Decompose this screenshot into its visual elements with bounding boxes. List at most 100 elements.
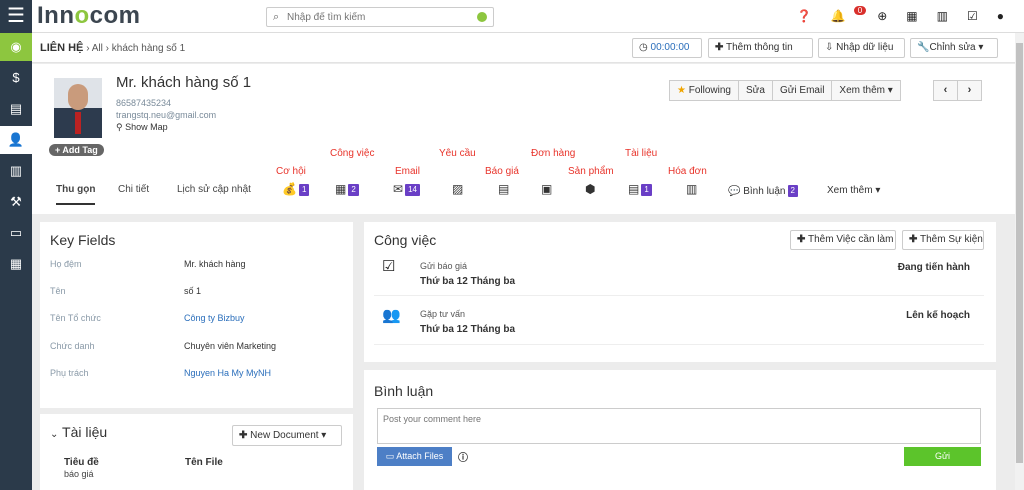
order-tool[interactable]: ▣ [541, 182, 552, 196]
profile-actions: ★ Following Sửa Gửi Email Xem thêm ▾ [669, 80, 901, 101]
menu-icon[interactable]: ☰ [0, 0, 32, 33]
search-box: ⌕ [266, 7, 494, 27]
comments-tab[interactable]: 💬 Bình luận 2 [728, 185, 798, 197]
tab-compact[interactable]: Thu gọn [56, 184, 96, 205]
request-tool[interactable]: ▨ [452, 182, 463, 196]
contact-email[interactable]: trangstq.neu@gmail.com [116, 110, 216, 120]
add-event-button[interactable]: ✚ Thêm Sự kiện [902, 230, 984, 250]
help-icon[interactable]: ❓ [797, 9, 812, 24]
invoice-tool[interactable]: ▥ [686, 182, 697, 196]
field-label: Họ đệm [50, 259, 82, 269]
annotation-email: Email [395, 166, 421, 177]
attach-files-button[interactable]: ▭ Attach Files [377, 447, 452, 466]
scrollbar-thumb[interactable] [1016, 43, 1023, 463]
clock-icon: ◷ [639, 42, 648, 53]
send-email-button[interactable]: Gửi Email [771, 80, 833, 101]
sidebar-fl-icon[interactable]: ▭ [0, 219, 32, 247]
contact-phone[interactable]: 86587435234 [116, 98, 171, 108]
new-document-button[interactable]: ✚ New Document ▾ [232, 425, 342, 446]
following-button[interactable]: ★ Following [669, 80, 739, 101]
field-value: Mr. khách hàng [184, 259, 246, 269]
file-icon: ▤ [628, 182, 640, 196]
breadcrumb-current: khách hàng số 1 [111, 43, 186, 54]
add-tag-button[interactable]: + Add Tag [49, 144, 104, 156]
documents-header[interactable]: ⌄ Tài liệu [50, 424, 107, 440]
search-input[interactable] [287, 10, 467, 24]
calendar-icon[interactable]: ▦ [906, 9, 917, 24]
key-fields-title: Key Fields [50, 232, 116, 248]
column-header-title: Tiêu đề [64, 457, 99, 468]
opportunity-tool[interactable]: 💰 1 [282, 182, 310, 196]
product-tool[interactable]: ⬢ [585, 182, 595, 196]
prev-record-button[interactable]: ‹ [933, 80, 958, 101]
import-button[interactable]: ⇩ Nhập dữ liệu [818, 38, 905, 58]
tab-detail[interactable]: Chi tiết [118, 184, 149, 195]
edit-dropdown-button[interactable]: 🔧Chỉnh sửa ▾ [910, 38, 998, 58]
document-row-title[interactable]: báo giá [64, 469, 94, 479]
money-bag-icon: 💰 [282, 182, 297, 196]
annotation-san-pham: Sản phẩm [568, 166, 614, 177]
plus-icon: ✚ [715, 42, 724, 53]
task-icon[interactable]: ☑ [967, 9, 978, 24]
report-icon[interactable]: ▥ [937, 9, 948, 24]
wrench-icon: 🔧 [917, 42, 930, 53]
field-value: Chuyên viên Marketing [184, 341, 277, 351]
quote-tool[interactable]: ▤ [498, 182, 509, 196]
quote-icon: ▤ [498, 182, 510, 196]
tab-history[interactable]: Lịch sử cập nhật [177, 184, 251, 195]
laptop-icon: ▭ [385, 451, 395, 461]
assignee-link[interactable]: Nguyen Ha My MyNH [184, 368, 271, 378]
field-label: Phụ trách [50, 368, 89, 378]
search-icon: ⌕ [273, 11, 280, 23]
breadcrumb-section[interactable]: LIÊN HỆ [40, 42, 83, 54]
user-icon[interactable]: ● [997, 9, 1004, 24]
contact-name: Mr. khách hàng số 1 [116, 74, 252, 91]
breadcrumb-separator: › [86, 43, 90, 54]
profile-edit-button[interactable]: Sửa [738, 80, 773, 101]
add-icon[interactable]: ⊕ [877, 9, 887, 24]
order-icon: ▣ [541, 182, 553, 196]
task-name[interactable]: Gửi báo giá [420, 261, 467, 271]
sidebar-book-icon[interactable]: ▤ [0, 95, 32, 123]
field-value: số 1 [184, 286, 202, 296]
caret-down-icon: ▾ [978, 42, 984, 53]
notification-icon[interactable]: 🔔 0 [831, 6, 867, 24]
email-tool[interactable]: ✉ 14 [393, 182, 420, 196]
next-record-button[interactable]: › [957, 80, 982, 101]
sidebar-home-icon[interactable]: ◉ [0, 33, 32, 61]
sidebar-document-icon[interactable]: ▦ [0, 250, 32, 278]
field-label: Tên Tổ chức [50, 313, 101, 323]
add-info-button[interactable]: ✚ Thêm thông tin [708, 38, 813, 58]
breadcrumb-all[interactable]: All [92, 43, 103, 54]
annotation-bao-gia: Báo giá [485, 166, 519, 177]
info-icon[interactable]: ⓘ [458, 449, 468, 464]
box-icon: ⬢ [585, 182, 596, 196]
documents-panel: ⌄ Tài liệu ✚ New Document ▾ Tiêu đề Tên … [40, 414, 353, 490]
timer-button[interactable]: ◷ 00:00:00 [632, 38, 702, 58]
column-header-file: Tên File [185, 457, 223, 468]
comment-icon: 💬 [728, 186, 741, 197]
avatar [54, 78, 102, 138]
annotation-hoa-don: Hóa đơn [668, 166, 707, 177]
tabs-more-dropdown[interactable]: Xem thêm ▾ [827, 185, 880, 196]
comment-input[interactable] [377, 408, 981, 444]
task-tool[interactable]: ▦ 2 [335, 182, 359, 196]
sidebar-contact-icon[interactable]: 👤 [0, 126, 32, 154]
more-dropdown-button[interactable]: Xem thêm ▾ [831, 80, 901, 101]
sidebar-building-icon[interactable]: ▥ [0, 157, 32, 185]
tasks-panel: Công việc ✚ Thêm Việc cần làm ✚ Thêm Sự … [364, 222, 996, 362]
sidebar-money-icon[interactable]: $ [0, 64, 32, 92]
organization-link[interactable]: Công ty Bizbuy [184, 313, 245, 323]
document-tool[interactable]: ▤ 1 [628, 182, 652, 196]
send-comment-button[interactable]: Gửi [904, 447, 981, 466]
task-name[interactable]: Gặp tư vấn [420, 309, 465, 319]
tasks-title: Công việc [374, 232, 437, 248]
scrollbar[interactable] [1015, 33, 1024, 490]
sidebar-tools-icon[interactable]: ⚒ [0, 188, 32, 216]
search-clear-icon[interactable] [477, 12, 487, 22]
show-map-link[interactable]: ⚲ Show Map [116, 122, 168, 133]
app-logo[interactable]: Innocom [37, 2, 141, 30]
breadcrumb-bar: LIÊN HỆ › All › khách hàng số 1 ◷ 00:00:… [32, 33, 1015, 63]
add-todo-button[interactable]: ✚ Thêm Việc cần làm [790, 230, 896, 250]
key-fields-panel: Key Fields Họ đệm Mr. khách hàng Tên số … [40, 222, 353, 408]
